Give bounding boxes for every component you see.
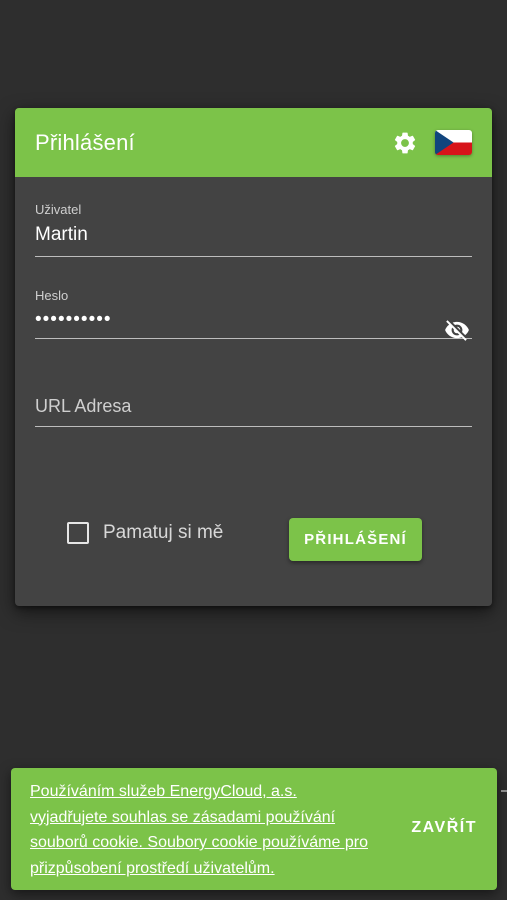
username-input[interactable]: Martin bbox=[35, 224, 472, 250]
app-screen: Přihlášení Uživatel Martin Heslo •••••••… bbox=[0, 0, 507, 900]
login-header: Přihlášení bbox=[15, 108, 492, 177]
header-actions bbox=[391, 129, 472, 157]
cookie-banner: Používáním služeb EnergyCloud, a.s. vyja… bbox=[11, 768, 497, 890]
password-underline bbox=[35, 338, 472, 339]
czech-flag-icon[interactable] bbox=[435, 130, 472, 155]
username-field[interactable]: Uživatel Martin bbox=[35, 202, 472, 257]
remember-me-checkbox[interactable] bbox=[67, 522, 89, 544]
url-field[interactable]: URL Adresa bbox=[35, 393, 472, 427]
cookie-policy-link[interactable]: Používáním služeb EnergyCloud, a.s. vyja… bbox=[30, 783, 368, 877]
url-underline bbox=[35, 426, 472, 427]
password-label: Heslo bbox=[35, 288, 69, 303]
password-input[interactable]: •••••••••• bbox=[35, 306, 472, 334]
remember-me[interactable]: Pamatuj si mě bbox=[67, 522, 223, 544]
gear-icon[interactable] bbox=[391, 129, 419, 157]
eye-off-icon[interactable] bbox=[442, 316, 472, 344]
login-dialog: Přihlášení Uživatel Martin Heslo •••••••… bbox=[15, 108, 492, 606]
url-input[interactable]: URL Adresa bbox=[35, 393, 472, 419]
password-field[interactable]: Heslo •••••••••• bbox=[35, 288, 472, 341]
cookie-text: Používáním služeb EnergyCloud, a.s. vyja… bbox=[30, 779, 375, 881]
username-underline bbox=[35, 256, 472, 257]
edge-divider bbox=[501, 790, 507, 792]
login-title: Přihlášení bbox=[35, 129, 135, 155]
remember-me-label: Pamatuj si mě bbox=[103, 522, 224, 543]
username-label: Uživatel bbox=[35, 202, 82, 217]
login-button[interactable]: PŘIHLÁŠENÍ bbox=[289, 518, 422, 561]
cookie-close-button[interactable]: ZAVŘÍT bbox=[411, 819, 477, 837]
